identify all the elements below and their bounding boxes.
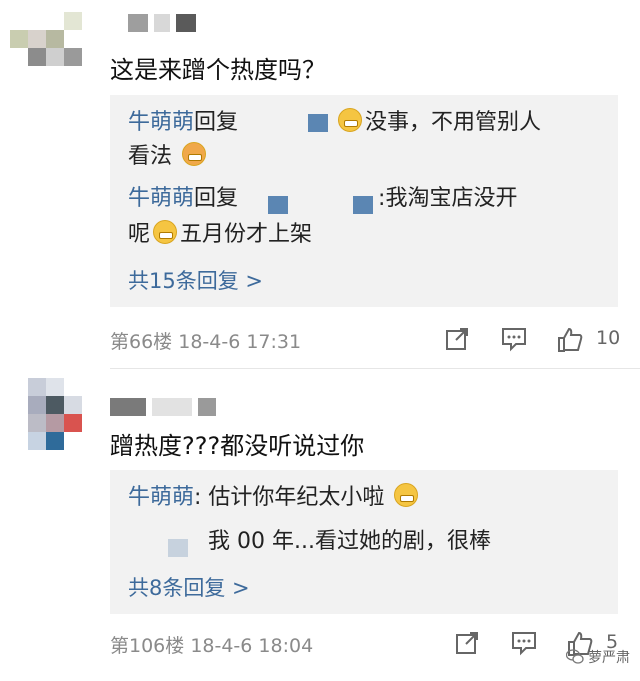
reply-text-cont: 看法: [128, 144, 173, 169]
reply-text: :我淘宝店没开: [378, 186, 518, 211]
reply-box[interactable]: 牛萌萌: 估计你年纪太小啦 我 00 年...看过她的剧，很棒 共8条回复 >: [110, 470, 618, 614]
reply-line-cont: 呢 五月份才上架: [128, 217, 312, 253]
reply-text-cont: 呢: [128, 222, 151, 247]
comment-icon[interactable]: [500, 326, 528, 352]
reply-line: 牛萌萌: 估计你年纪太小啦: [128, 480, 421, 516]
avatar[interactable]: [10, 12, 82, 84]
like-icon[interactable]: [556, 326, 584, 354]
reply-line: 牛萌萌回复 没事，不用管别人: [128, 105, 541, 141]
mention-user-avatar: [308, 114, 329, 132]
floor-number: 第106楼 18-4-6 18:04: [110, 635, 314, 657]
mention-user[interactable]: [238, 114, 308, 132]
watermark: 萝严肃: [565, 647, 630, 667]
reply-author[interactable]: 牛萌萌: [128, 485, 194, 510]
share-icon[interactable]: [454, 630, 480, 656]
comment-time: 18-4-6 18:04: [190, 635, 314, 657]
reply-line-cont: 看法: [128, 139, 209, 175]
reply-text: : 估计你年纪太小啦: [194, 485, 385, 510]
reply-text: 没事，不用管别人: [365, 110, 542, 135]
divider: [110, 368, 640, 369]
share-icon[interactable]: [444, 326, 470, 352]
reply-text-cont: 五月份才上架: [180, 222, 313, 247]
reply-verb: 回复: [194, 186, 239, 211]
emoji-kiss-icon: [182, 142, 207, 166]
username[interactable]: [110, 398, 222, 416]
reply-box[interactable]: 牛萌萌回复 没事，不用管别人 看法 牛萌萌回复:我淘宝店没开 呢五月份才上架 共…: [110, 95, 618, 307]
emoji-thinking-icon: [394, 483, 419, 507]
reply-author[interactable]: 牛萌萌: [128, 110, 194, 135]
reply-author[interactable]: 牛萌萌: [128, 186, 194, 211]
mention-user[interactable]: [128, 533, 208, 557]
wechat-icon: [565, 649, 584, 664]
emoji-grin-icon: [338, 108, 363, 132]
username[interactable]: [128, 14, 202, 32]
comment-icon[interactable]: [510, 630, 538, 656]
comment-meta: 第106楼 18-4-6 18:04 5: [110, 628, 628, 658]
comment-text: 蹭热度???都没听说过你: [110, 432, 365, 460]
floor-number: 第66楼 18-4-6 17:31: [110, 331, 302, 353]
mention-user[interactable]: [238, 190, 378, 214]
avatar[interactable]: [10, 378, 82, 450]
reply-line: 牛萌萌回复 :我淘宝店没开: [128, 181, 517, 217]
comment-meta: 第66楼 18-4-6 17:31 10: [110, 324, 628, 354]
reply-text: 我 00 年...看过她的剧，很棒: [208, 529, 491, 554]
comment-time: 18-4-6 17:31: [178, 331, 302, 353]
comment-text: 这是来蹭个热度吗？: [110, 56, 326, 84]
comment-item: 这是来蹭个热度吗？ 牛萌萌回复 没事，不用管别人 看法 牛萌萌回复:我淘宝店没开…: [0, 0, 640, 368]
more-replies-link[interactable]: 共8条回复 >: [128, 572, 250, 602]
like-count: 10: [596, 327, 621, 349]
comment-item: 蹭热度???都没听说过你 牛萌萌: 估计你年纪太小啦 我 00 年...看过她的…: [0, 370, 640, 681]
reply-line: 我 00 年...看过她的剧，很棒: [128, 524, 491, 560]
reply-verb: 回复: [194, 110, 239, 135]
emoji-grin-icon: [153, 220, 178, 244]
more-replies-link[interactable]: 共15条回复 >: [128, 265, 263, 295]
